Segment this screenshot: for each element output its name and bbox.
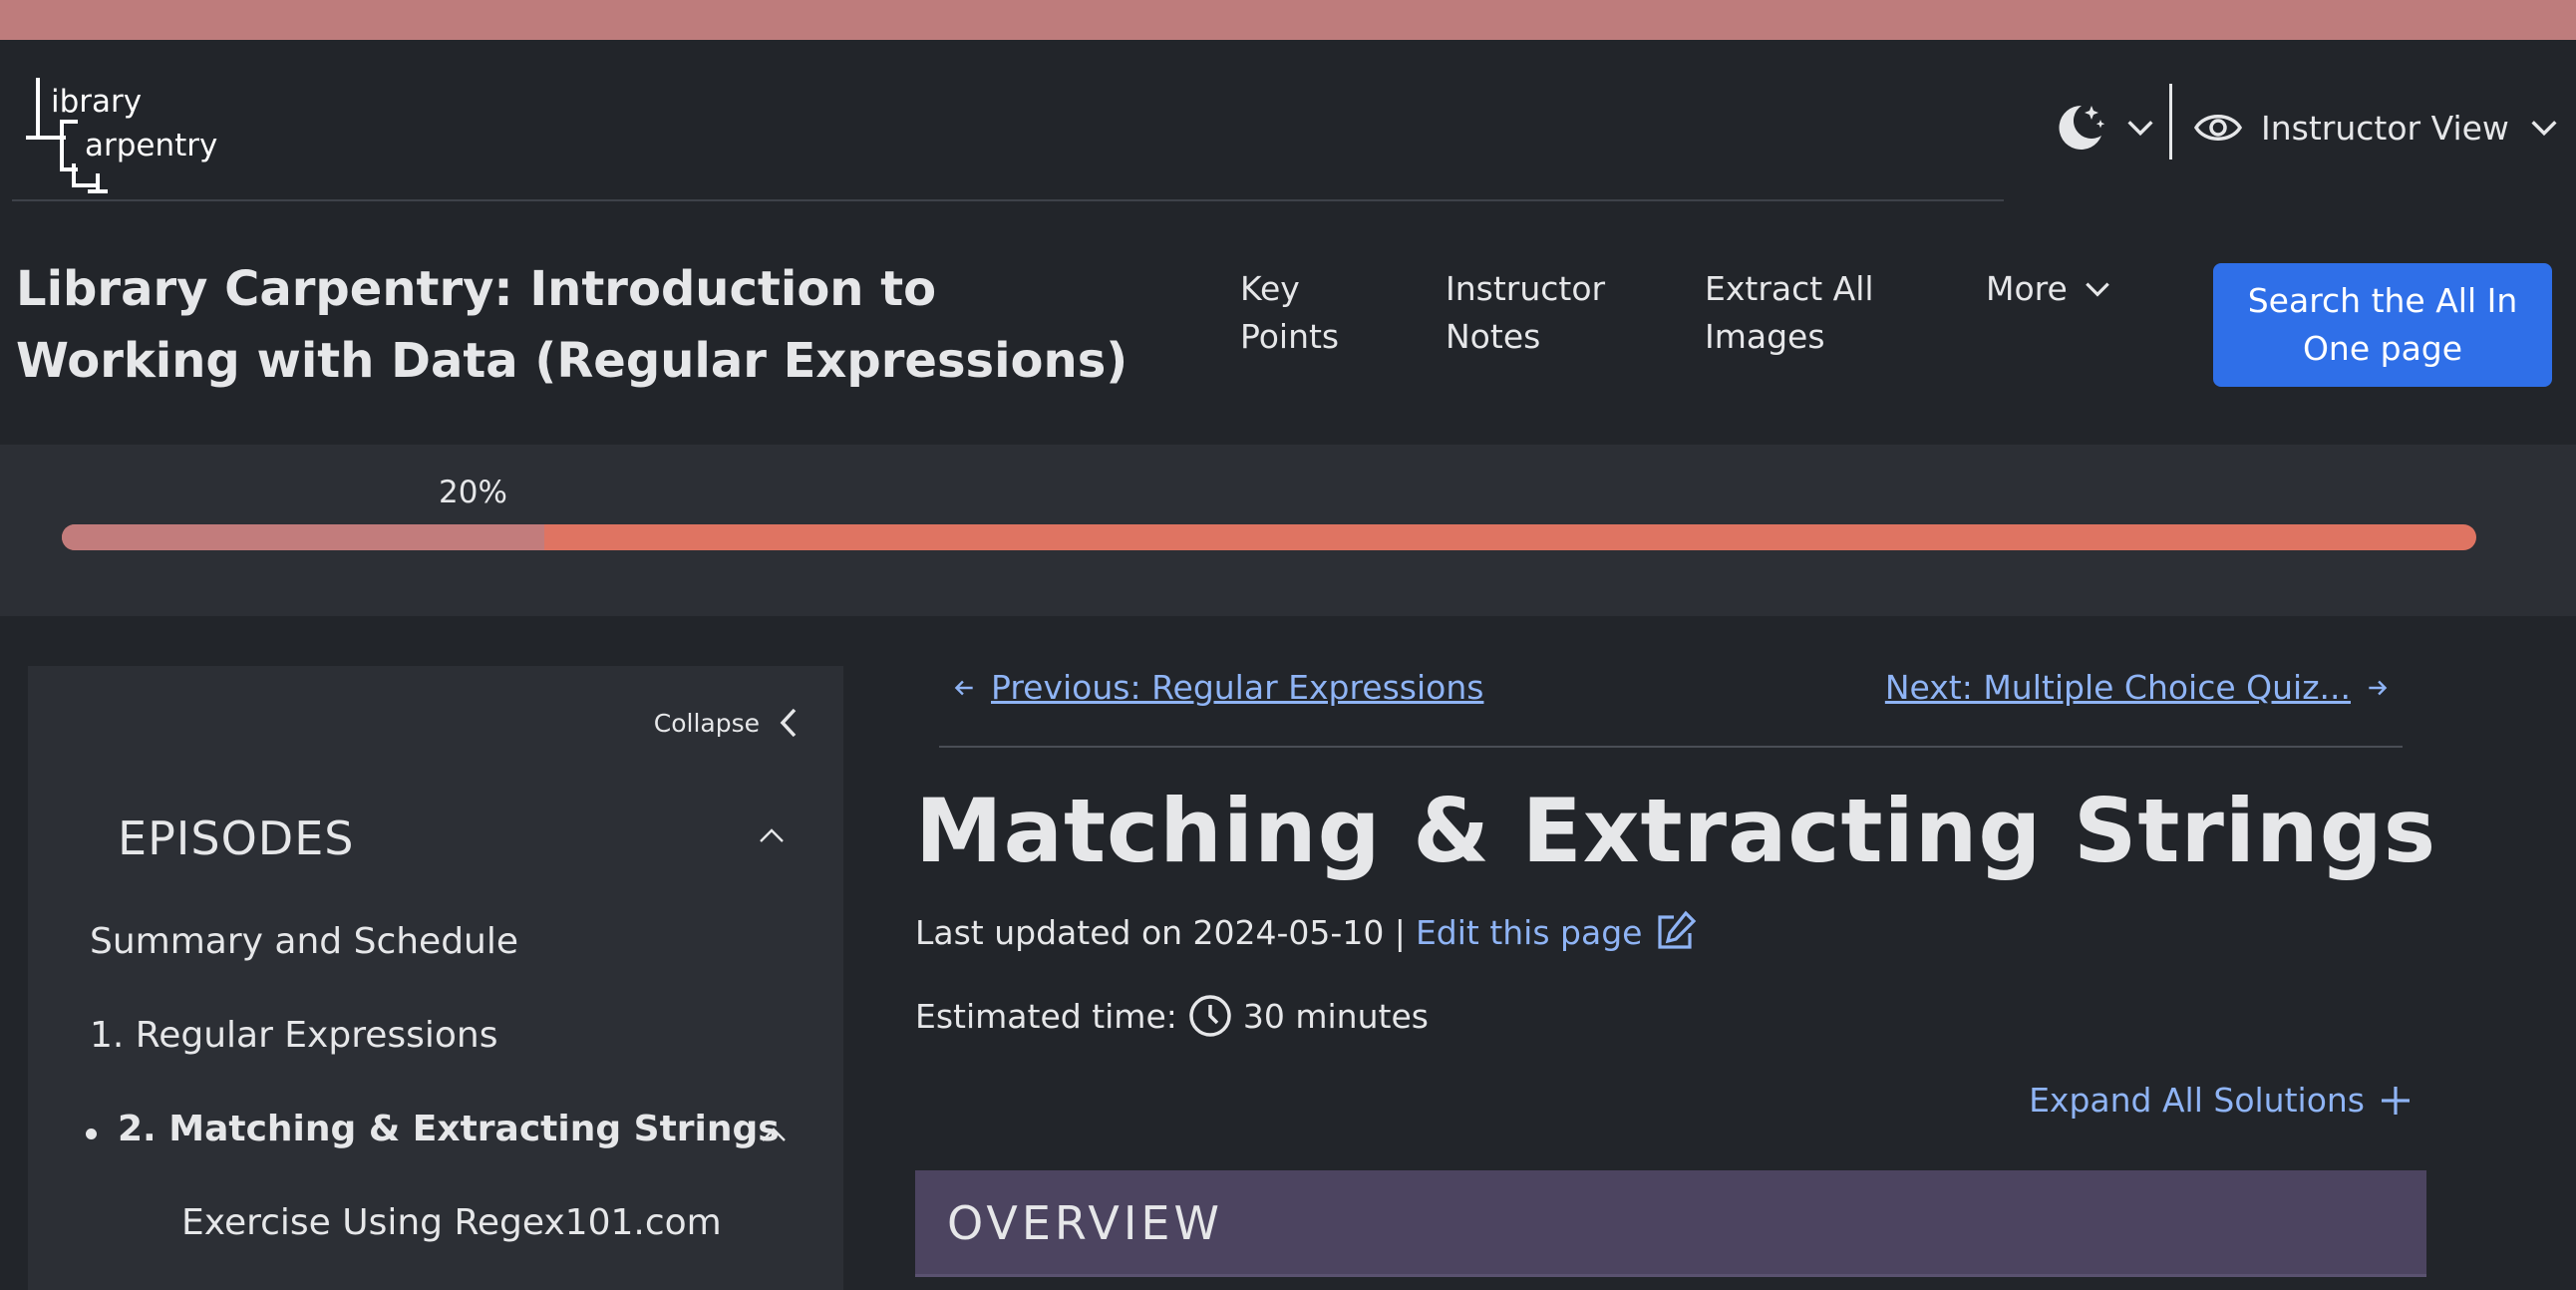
header-divider <box>12 199 2004 201</box>
estimated-time-value: 30 minutes <box>1242 996 1429 1036</box>
collapse-label: Collapse <box>653 708 760 738</box>
estimated-time-line: Estimated time: 30 minutes <box>915 993 1429 1039</box>
sidebar-item-matching-extracting-strings[interactable]: 2. Matching & Extracting Strings <box>118 1109 780 1149</box>
overview-callout: OVERVIEW <box>915 1170 2426 1277</box>
theme-toggle[interactable] <box>2052 92 2157 163</box>
next-episode-label: Next: Multiple Choice Quiz... <box>1884 668 2351 707</box>
arrow-right-icon <box>2369 680 2388 695</box>
top-accent-strip <box>0 0 2576 40</box>
clock-icon <box>1189 995 1231 1037</box>
arrow-left-icon <box>954 680 973 695</box>
search-button-line-1: Search the All In <box>2247 281 2518 320</box>
episodes-heading: EPISODES <box>118 811 355 865</box>
chevron-down-icon <box>2127 121 2153 137</box>
edit-this-page-link[interactable]: Edit this page <box>1416 913 1643 952</box>
chevron-left-icon <box>780 708 797 738</box>
progress-bar <box>62 524 2476 550</box>
instructor-view-dropdown[interactable]: Instructor View <box>2193 92 2561 163</box>
logo-text-line-2: arpentry <box>85 128 218 163</box>
edit-pencil-icon[interactable] <box>1652 909 1698 955</box>
edit-this-page-label: Edit this page <box>1415 912 1643 952</box>
library-carpentry-logo[interactable]: ibrary arpentry <box>18 60 237 219</box>
nav-key-points-line-1: Key <box>1240 269 1300 308</box>
active-item-bullet <box>86 1129 97 1139</box>
nav-instructor-notes-line-2: Notes <box>1446 317 1541 356</box>
sidebar-item-regular-expressions[interactable]: 1. Regular Expressions <box>90 1015 497 1056</box>
chevron-down-icon <box>2531 121 2557 137</box>
nav-more-label: More <box>1986 269 2068 308</box>
nav-key-points[interactable]: Key Points <box>1240 265 1339 361</box>
plus-icon <box>2382 1086 2410 1115</box>
header-vertical-separator <box>2169 84 2172 160</box>
nav-extract-images-line-2: Images <box>1705 317 1825 356</box>
expand-all-solutions-label: Expand All Solutions <box>2029 1081 2365 1120</box>
site-header: ibrary arpentry Instructor View Library … <box>0 40 2576 445</box>
nav-instructor-notes-line-1: Instructor <box>1446 269 1606 308</box>
search-all-in-one-button[interactable]: Search the All In One page <box>2213 263 2552 387</box>
collapse-sidebar-button[interactable]: Collapse <box>654 706 800 740</box>
chevron-up-icon[interactable] <box>760 1125 788 1144</box>
nav-extract-all-images[interactable]: Extract All Images <box>1705 265 1874 361</box>
eye-icon <box>2193 115 2243 141</box>
last-updated-text: Last updated on 2024-05-10 | <box>915 912 1406 952</box>
last-updated-line: Last updated on 2024-05-10 | Edit this p… <box>915 909 1698 955</box>
course-title: Library Carpentry: Introduction to Worki… <box>16 261 1128 389</box>
sidebar-subitem-exercise-regex101[interactable]: Exercise Using Regex101.com <box>181 1202 722 1243</box>
pager-divider <box>939 746 2403 748</box>
nav-key-points-line-2: Points <box>1240 317 1340 356</box>
previous-episode-label: Previous: Regular Expressions <box>991 668 1484 707</box>
instructor-view-label: Instructor View <box>2261 108 2509 148</box>
nav-more-dropdown[interactable]: More <box>1986 265 2113 313</box>
episode-sidebar: Collapse EPISODES <box>28 666 843 1290</box>
logo-text-line-1: ibrary <box>51 84 143 120</box>
chevron-up-icon[interactable] <box>758 825 786 845</box>
moon-stars-icon <box>2059 105 2105 150</box>
expand-all-solutions-button[interactable]: Expand All Solutions <box>2029 1081 2413 1120</box>
chevron-down-icon <box>2086 282 2109 297</box>
page-title: Matching & Extracting Strings <box>915 780 2437 882</box>
nav-instructor-notes[interactable]: Instructor Notes <box>1446 265 1605 361</box>
search-button-line-2: One page <box>2302 329 2463 368</box>
progress-section: 20% <box>0 445 2576 616</box>
nav-extract-images-line-1: Extract All <box>1705 269 1874 308</box>
episode-pager: Previous: Regular Expressions Next: Mult… <box>939 666 2403 748</box>
progress-bar-fill <box>62 524 545 550</box>
estimated-time-label: Estimated time: <box>915 996 1177 1036</box>
sidebar-item-summary-and-schedule[interactable]: Summary and Schedule <box>90 921 518 962</box>
previous-episode-link[interactable]: Previous: Regular Expressions <box>951 668 1483 707</box>
next-episode-link[interactable]: Next: Multiple Choice Quiz... <box>1885 668 2391 707</box>
overview-heading: OVERVIEW <box>947 1196 1223 1250</box>
progress-percent-label: 20% <box>439 475 507 510</box>
